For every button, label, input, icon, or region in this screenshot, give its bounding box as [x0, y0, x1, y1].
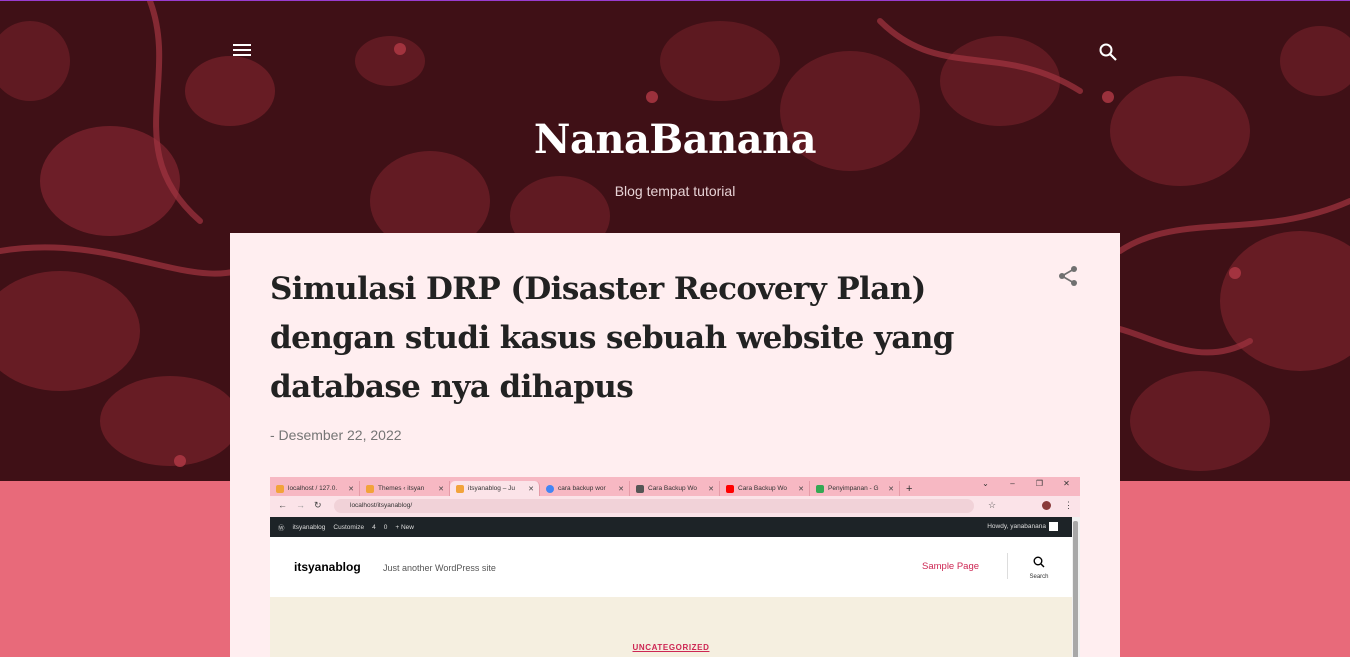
close-window-icon: ✕: [1063, 479, 1070, 488]
url-field: localhost/itsyanablog/: [334, 499, 974, 513]
wp-search-label: Search: [1029, 574, 1049, 580]
back-arrow-icon: ←: [278, 500, 287, 510]
close-icon: ✕: [528, 485, 534, 493]
tab-label: cara backup wor: [558, 485, 606, 492]
wp-site-name: itsyanablog: [294, 560, 361, 574]
tab-favicon-icon: [366, 484, 374, 493]
wp-admin-comments: 0: [383, 523, 388, 531]
search-button[interactable]: [1094, 38, 1122, 66]
wp-site-tagline: Just another WordPress site: [383, 563, 496, 573]
new-tab-icon: +: [906, 482, 913, 495]
wp-admin-bar: Ⓦ itsyanablog Customize 4 0 + New Howdy,…: [270, 517, 1072, 537]
blog-title[interactable]: NanaBanana: [0, 116, 1350, 163]
tab-favicon-icon: [546, 484, 554, 493]
browser-address-bar: ← → ↻ localhost/itsyanablog/ ☆ ⋮: [270, 496, 1080, 517]
menu-button[interactable]: [228, 36, 256, 64]
browser-tab: cara backup wor ✕: [540, 481, 630, 496]
wp-user-avatar: [1049, 522, 1058, 531]
divider: [1007, 553, 1008, 579]
kebab-menu-icon: ⋮: [1064, 500, 1073, 510]
blog-description: Blog tempat tutorial: [614, 183, 736, 199]
tab-favicon-icon: [456, 484, 464, 493]
wp-admin-site: itsyanablog: [292, 523, 326, 531]
scrollbar-thumb: [1073, 521, 1078, 657]
scrollbar: [1072, 517, 1080, 657]
tab-label: Penyimpanan - G: [828, 485, 879, 492]
post-card: Simulasi DRP (Disaster Recovery Plan) de…: [230, 233, 1120, 657]
tab-favicon-icon: [636, 484, 644, 493]
reload-icon: ↻: [314, 500, 322, 510]
search-icon: [1033, 556, 1045, 568]
wp-nav-sample-page: Sample Page: [922, 561, 980, 572]
star-icon: ☆: [988, 500, 997, 510]
browser-tab-active: itsyanablog – Ju ✕: [450, 481, 540, 496]
browser-tab-bar: localhost / 127.0. ✕ Themes ‹ itsyan ✕ i…: [270, 477, 1080, 496]
share-button[interactable]: [1054, 262, 1082, 290]
browser-tab: Themes ‹ itsyan ✕: [360, 481, 450, 496]
profile-avatar-icon: [1042, 501, 1051, 510]
tab-favicon-icon: [726, 484, 734, 493]
wp-admin-new: + New: [395, 523, 414, 531]
post-title[interactable]: Simulasi DRP (Disaster Recovery Plan) de…: [270, 265, 1010, 412]
wp-site-header: itsyanablog Just another WordPress site …: [270, 537, 1072, 597]
close-icon: ✕: [708, 485, 714, 493]
hamburger-menu-icon: [233, 44, 251, 56]
wp-category-link: UNCATEGORIZED: [632, 643, 710, 652]
close-icon: ✕: [438, 485, 444, 493]
chevron-down-icon: ⌄: [982, 479, 989, 488]
browser-tab: Penyimpanan - G ✕: [810, 481, 900, 496]
top-accent-line: [0, 0, 1350, 1]
browser-tab: localhost / 127.0. ✕: [270, 481, 360, 496]
browser-tab: Cara Backup Wo ✕: [720, 481, 810, 496]
wp-admin-howdy: Howdy, yanabanana: [987, 523, 1046, 530]
close-icon: ✕: [798, 485, 804, 493]
minimize-icon: –: [1010, 479, 1015, 488]
window-controls: ⌄ – ❐ ✕: [972, 477, 1080, 493]
post-date[interactable]: - Desember 22, 2022: [270, 427, 402, 443]
tab-favicon-icon: [816, 484, 824, 493]
close-icon: ✕: [888, 485, 894, 493]
forward-arrow-icon: →: [296, 500, 305, 510]
tab-label: Cara Backup Wo: [738, 485, 788, 492]
wp-admin-customize: Customize: [333, 523, 365, 531]
tab-label: itsyanablog – Ju: [468, 485, 515, 492]
wp-site-content: UNCATEGORIZED: [270, 597, 1072, 657]
close-icon: ✕: [618, 485, 624, 493]
share-icon: [1059, 266, 1077, 286]
search-icon: [1099, 43, 1117, 61]
wordpress-logo-icon: Ⓦ: [278, 525, 285, 532]
browser-tab: Cara Backup Wo ✕: [630, 481, 720, 496]
post-image-screenshot[interactable]: localhost / 127.0. ✕ Themes ‹ itsyan ✕ i…: [270, 477, 1080, 657]
tab-label: localhost / 127.0.: [288, 485, 338, 492]
wp-admin-updates: 4: [372, 523, 376, 531]
tab-label: Themes ‹ itsyan: [378, 485, 425, 492]
tab-label: Cara Backup Wo: [648, 485, 698, 492]
wp-search-toggle: Search: [1027, 555, 1051, 580]
restore-icon: ❐: [1035, 479, 1044, 488]
close-icon: ✕: [348, 485, 354, 493]
tab-favicon-icon: [276, 484, 284, 493]
